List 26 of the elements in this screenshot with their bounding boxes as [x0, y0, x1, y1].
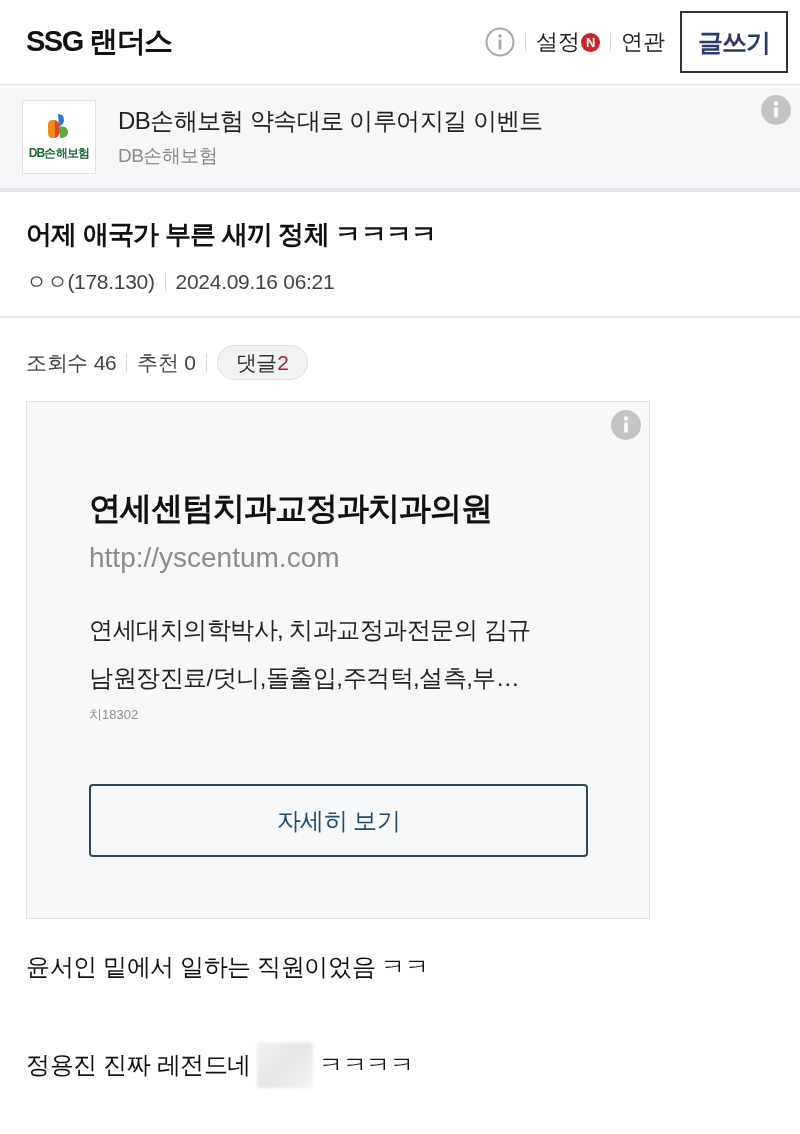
post-stat: 추천 0	[137, 349, 196, 376]
info-icon[interactable]	[761, 95, 791, 125]
write-button[interactable]: 글쓰기	[680, 11, 788, 73]
header-link[interactable]: 설정 N	[536, 27, 600, 57]
ad-code: 치18302	[89, 706, 140, 724]
ad-description: 연세대치의학박사, 치과교정과전문의 김규 남원장진료/덧니,돌출입,주걱턱,설측,부…	[89, 615, 532, 693]
info-icon[interactable]	[611, 410, 641, 440]
author-name[interactable]: ㅇㅇ(178.130)	[26, 268, 155, 296]
new-badge: N	[581, 32, 600, 52]
details-button[interactable]: 자세히 보기	[89, 784, 588, 857]
site-title[interactable]: SSG 랜더스	[26, 22, 172, 62]
blurred-redaction	[256, 1042, 313, 1088]
logo-text: DB손해보험	[28, 144, 90, 162]
body-text: 정용진 진짜 레전드네	[26, 1050, 251, 1080]
sponsor-banner[interactable]: DB손해보험 DB손해보험 약속대로 이루어지길 이벤트 DB손해보험	[0, 85, 800, 192]
body-text: 윤서인 밑에서 일하는 직원이었음 ㅋㅋ	[26, 952, 429, 982]
advertiser-name: DB손해보험	[118, 143, 219, 168]
sponsor-title[interactable]: DB손해보험 약속대로 이루어지길 이벤트	[118, 104, 543, 137]
post-date: 2024.09.16 06:21	[175, 270, 335, 294]
comments-button[interactable]: 댓글2	[216, 345, 308, 380]
post-stat: 조회수 46	[26, 349, 117, 376]
info-icon[interactable]	[485, 27, 515, 57]
post-title: 어제 애국가 부른 새끼 정체 ㅋㅋㅋㅋ	[26, 218, 438, 251]
body-text: ㅋㅋㅋㅋ	[318, 1050, 414, 1080]
ad-title[interactable]: 연세센텀치과교정과치과의원	[89, 488, 649, 528]
header-link[interactable]: 연관	[621, 27, 664, 57]
